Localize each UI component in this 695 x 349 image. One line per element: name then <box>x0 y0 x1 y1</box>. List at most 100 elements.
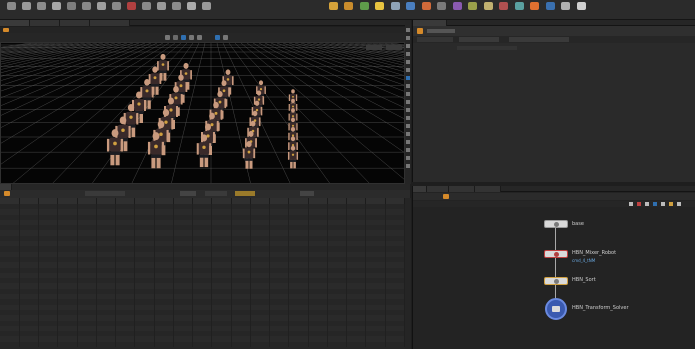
wire-tool[interactable] <box>466 2 480 18</box>
light-tool[interactable] <box>373 2 387 18</box>
cloth-tool[interactable] <box>450 2 464 18</box>
draw-tool[interactable] <box>124 2 138 18</box>
param-tab-agent[interactable] <box>417 37 453 42</box>
network-editor[interactable] <box>412 186 695 349</box>
particle-tool[interactable] <box>419 2 433 18</box>
viewport-tool-icon[interactable] <box>406 36 410 40</box>
path-tool[interactable] <box>109 2 123 18</box>
pyro-tool[interactable] <box>528 2 542 18</box>
fluid-tool[interactable] <box>404 2 418 18</box>
curve-tool[interactable] <box>79 2 93 18</box>
snap-icon[interactable] <box>165 35 170 40</box>
network-tool-3-icon[interactable] <box>645 202 649 206</box>
spray-tool[interactable] <box>94 2 108 18</box>
tab-tree-view[interactable] <box>427 186 449 192</box>
agent-icon <box>344 2 353 10</box>
node-label: HBN_Mixer_Robot <box>572 250 617 256</box>
network-tool-1-icon[interactable] <box>629 202 633 206</box>
persp-menu[interactable] <box>366 45 382 50</box>
viewport-tool-icon[interactable] <box>406 68 410 72</box>
table-cell <box>327 341 348 348</box>
viewport-tool-icon[interactable] <box>406 84 410 88</box>
node-hbn-sort[interactable] <box>544 277 568 285</box>
node-base[interactable] <box>544 220 568 228</box>
viewport-tool-icon[interactable] <box>406 52 410 56</box>
select-icon[interactable] <box>173 35 178 40</box>
point-tool[interactable] <box>199 2 213 18</box>
sop-tool[interactable] <box>574 2 588 18</box>
tab-scene-view[interactable] <box>0 20 30 26</box>
viewport-tool-icon[interactable] <box>406 148 410 152</box>
viewport-tool-icon[interactable] <box>406 132 410 136</box>
node-name-field[interactable] <box>427 29 455 33</box>
viewport-tool-icon[interactable] <box>406 124 410 128</box>
viewport-tool-icon[interactable] <box>406 116 410 120</box>
sphere-tool[interactable] <box>19 2 33 18</box>
group-filter[interactable] <box>235 191 255 196</box>
viewport-tool-icon[interactable] <box>406 156 410 160</box>
node-hbn-transform-solver[interactable] <box>545 298 567 320</box>
param-tab-transform[interactable] <box>509 37 569 42</box>
view-icon[interactable] <box>181 35 186 40</box>
viewport-tool-icon[interactable] <box>406 108 410 112</box>
display-icon[interactable] <box>215 35 220 40</box>
viewport-tool-icon[interactable] <box>406 100 410 104</box>
viewport-tool-icon[interactable] <box>406 60 410 64</box>
node-path-field[interactable] <box>85 191 125 196</box>
tab-animation-editor[interactable] <box>30 20 60 26</box>
ocean-tool[interactable] <box>543 2 557 18</box>
tab-composite-view[interactable] <box>90 20 130 26</box>
light-icon[interactable] <box>197 35 202 40</box>
viewport-tool-icon[interactable] <box>406 28 410 32</box>
table-row <box>0 341 405 348</box>
tab-render-view[interactable] <box>60 20 90 26</box>
tab-asset-browser[interactable] <box>475 186 501 192</box>
agent-tool[interactable] <box>342 2 356 18</box>
viewport-tool-icon[interactable] <box>406 164 410 168</box>
grid-line <box>252 43 404 134</box>
muscle-tool[interactable] <box>497 2 511 18</box>
tube-tool[interactable] <box>34 2 48 18</box>
camera-menu[interactable] <box>386 45 402 50</box>
null-tool[interactable] <box>184 2 198 18</box>
rbd-tool[interactable] <box>435 2 449 18</box>
grid-tool[interactable] <box>64 2 78 18</box>
network-tool-4-icon[interactable] <box>653 202 657 206</box>
camera-icon[interactable] <box>189 35 194 40</box>
camera-tool[interactable] <box>388 2 402 18</box>
spreadsheet-scrollbar[interactable] <box>405 198 411 349</box>
view-mode-menu[interactable] <box>180 191 196 196</box>
network-tool-5-icon[interactable] <box>661 202 665 206</box>
attribute-filter[interactable] <box>205 191 227 196</box>
tab-material-palette[interactable] <box>449 186 475 192</box>
l-system-tool[interactable] <box>139 2 153 18</box>
file-tool[interactable] <box>169 2 183 18</box>
shading-icon[interactable] <box>223 35 228 40</box>
viewport-tool-icon[interactable] <box>406 140 410 144</box>
viewport-canvas[interactable] <box>1 43 405 184</box>
torus-tool[interactable] <box>49 2 63 18</box>
grid-line <box>342 43 404 55</box>
tab-network-view[interactable] <box>413 186 427 192</box>
metaball-tool[interactable] <box>154 2 168 18</box>
box-tool[interactable] <box>4 2 18 18</box>
viewport-tool-icon[interactable] <box>406 92 410 96</box>
viewport-tool-icon[interactable] <box>406 76 410 80</box>
network-tool-2-icon[interactable] <box>637 202 641 206</box>
network-tool-7-icon[interactable] <box>677 202 681 206</box>
param-tab-constraints[interactable] <box>459 37 499 42</box>
fx-tool[interactable] <box>512 2 526 18</box>
viewport-tool-icon[interactable] <box>406 44 410 48</box>
grid-line <box>264 43 404 108</box>
grain-tool[interactable] <box>481 2 495 18</box>
terrain-tool[interactable] <box>357 2 371 18</box>
network-tool-6-icon[interactable] <box>669 202 673 206</box>
column-options[interactable] <box>300 191 314 196</box>
vellum-tool[interactable] <box>559 2 573 18</box>
crowd-tool[interactable] <box>326 2 340 18</box>
parameter-field[interactable] <box>457 46 517 50</box>
3d-viewport[interactable] <box>0 42 405 184</box>
grid-line <box>390 43 404 46</box>
node-hbn-mixer-robot[interactable] <box>544 250 568 258</box>
geometry-spreadsheet[interactable] <box>0 198 405 349</box>
